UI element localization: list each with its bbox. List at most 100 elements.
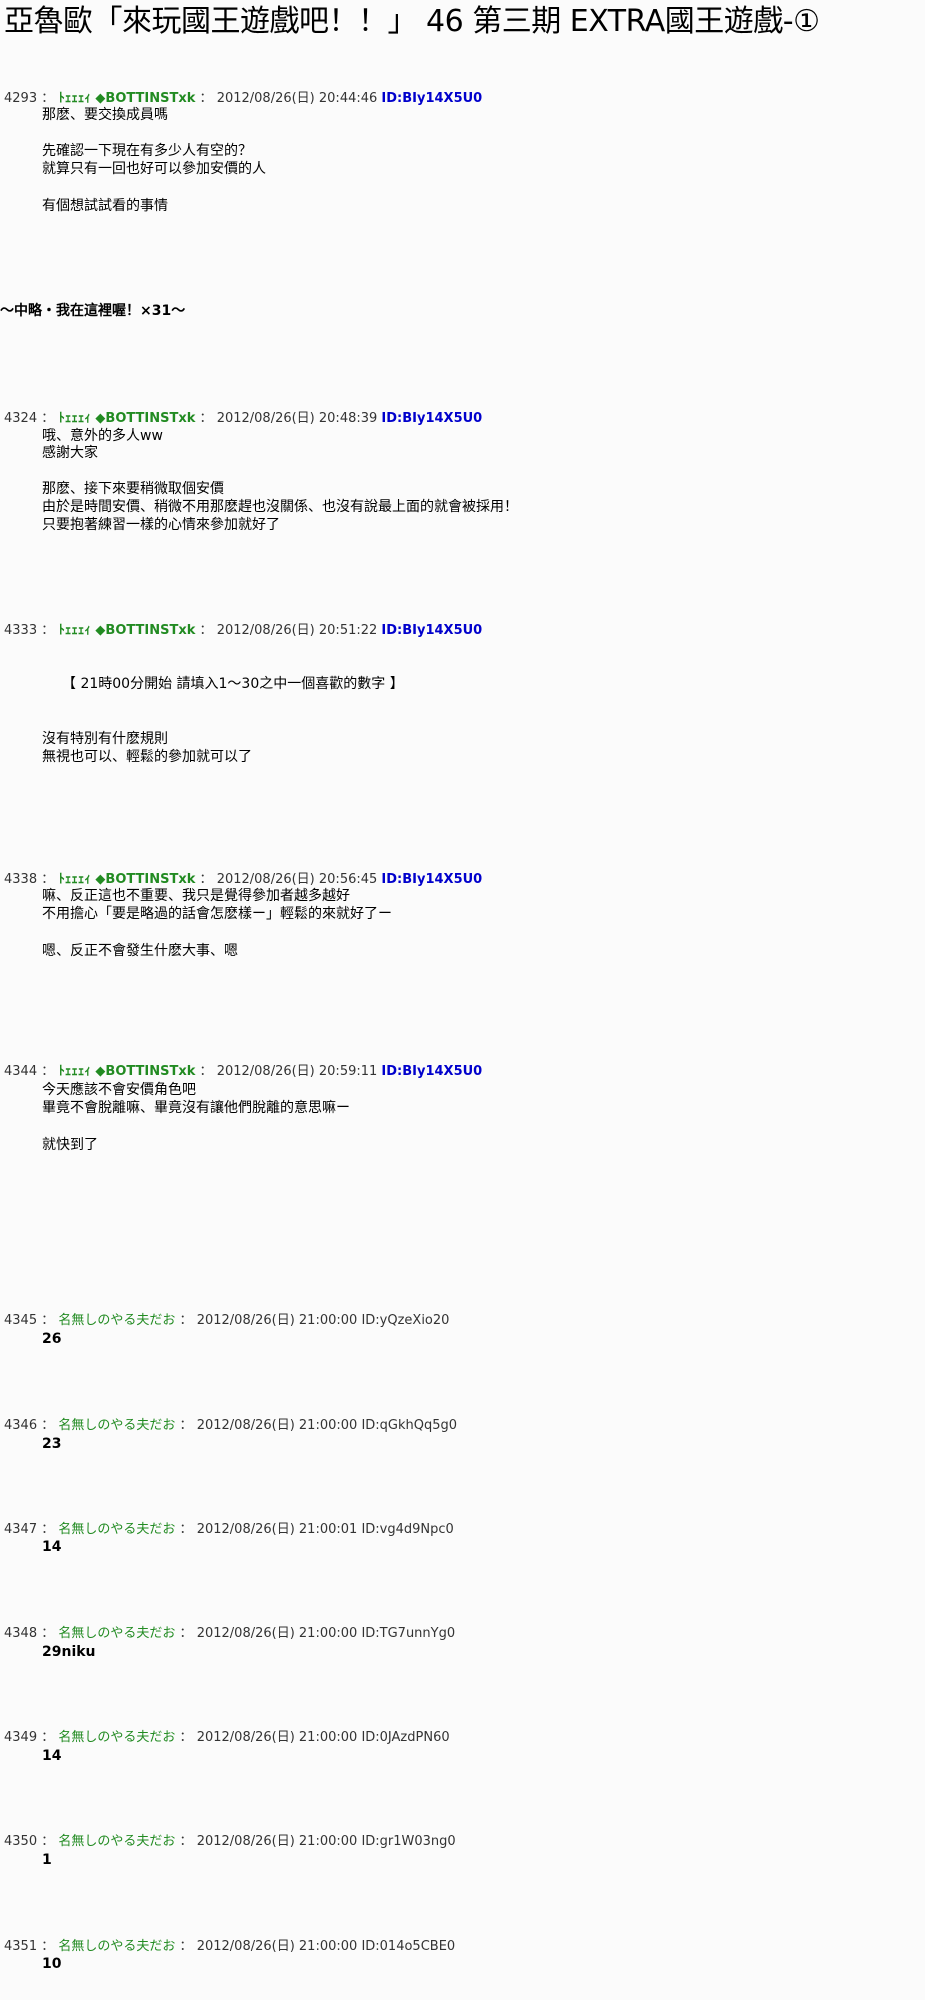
poster-name: 名無しのやる夫だお <box>58 1834 176 1849</box>
post-datetime: 2012/08/26(日) 20:56:45 <box>216 872 378 887</box>
post-body-line: 今天應該不會安價角色吧 <box>42 1082 196 1098</box>
separator: ： <box>179 1313 193 1328</box>
poster-id: ID:gr1W03ng0 <box>361 1834 456 1849</box>
post-body-line: 就算只有一回也好可以參加安價的人 <box>42 161 266 177</box>
post-number: 4324 <box>4 411 38 426</box>
separator: ： <box>199 411 213 426</box>
separator: ： <box>179 1626 193 1641</box>
post-datetime: 2012/08/26(日) 21:00:01 <box>196 1522 358 1537</box>
separator: ： <box>41 1313 55 1328</box>
post-body-line: 14 <box>42 1539 62 1555</box>
poster-name: ﾄｪｪｪｨ ◆BOTTINSTxk <box>58 411 196 426</box>
post-datetime: 2012/08/26(日) 21:00:00 <box>196 1418 358 1433</box>
post-body-line: 1 <box>42 1852 52 1868</box>
post-number: 4348 <box>4 1626 38 1641</box>
post-header: 4345 ： 名無しのやる夫だお ： 2012/08/26(日) 21:00:0… <box>4 1313 449 1329</box>
post-number: 4349 <box>4 1730 38 1745</box>
poster-name: 名無しのやる夫だお <box>58 1939 176 1954</box>
post-body-line: 【 21時00分開始 請填入1～30之中一個喜歡的數字 】 <box>62 676 404 692</box>
post-header: 4349 ： 名無しのやる夫だお ： 2012/08/26(日) 21:00:0… <box>4 1730 450 1746</box>
separator: ： <box>41 411 55 426</box>
poster-id: ID:BIy14X5U0 <box>381 411 483 426</box>
post-body-line: 無視也可以、輕鬆的參加就可以了 <box>42 749 252 765</box>
post-body-line: 沒有特別有什麽規則 <box>42 731 168 747</box>
poster-id: ID:TG7unnYg0 <box>361 1626 456 1641</box>
post-datetime: 2012/08/26(日) 21:00:00 <box>196 1730 358 1745</box>
post-body-line: 10 <box>42 1956 62 1972</box>
post-header: 4293 ： ﾄｪｪｪｨ ◆BOTTINSTxk ： 2012/08/26(日)… <box>4 91 482 107</box>
poster-id: ID:BIy14X5U0 <box>381 872 483 887</box>
post-header: 4350 ： 名無しのやる夫だお ： 2012/08/26(日) 21:00:0… <box>4 1834 456 1850</box>
post-number: 4338 <box>4 872 38 887</box>
poster-name: ﾄｪｪｪｨ ◆BOTTINSTxk <box>58 1064 196 1079</box>
separator: ： <box>41 872 55 887</box>
separator: ： <box>41 1834 55 1849</box>
post-number: 4346 <box>4 1418 38 1433</box>
separator: ： <box>179 1939 193 1954</box>
poster-id: ID:BIy14X5U0 <box>381 623 483 638</box>
poster-name: 名無しのやる夫だお <box>58 1418 176 1433</box>
post-body-line: 26 <box>42 1331 62 1347</box>
separator: ： <box>41 1522 55 1537</box>
separator: ： <box>41 623 55 638</box>
post-body-line: 感謝大家 <box>42 445 98 461</box>
post-body-line: 14 <box>42 1748 62 1764</box>
post-datetime: 2012/08/26(日) 20:44:46 <box>216 91 378 106</box>
separator: ： <box>199 872 213 887</box>
poster-name: 名無しのやる夫だお <box>58 1626 176 1641</box>
separator: ： <box>179 1730 193 1745</box>
post-number: 4344 <box>4 1064 38 1079</box>
poster-name: ﾄｪｪｪｨ ◆BOTTINSTxk <box>58 623 196 638</box>
post-body-line: 嘛、反正這也不重要、我只是覺得參加者越多越好 <box>42 888 350 904</box>
post-body-line: 就快到了 <box>42 1137 98 1153</box>
post-body-line: 先確認一下現在有多少人有空的？ <box>42 143 252 159</box>
separator: ： <box>199 623 213 638</box>
post-number: 4347 <box>4 1522 38 1537</box>
post-header: 4344 ： ﾄｪｪｪｨ ◆BOTTINSTxk ： 2012/08/26(日)… <box>4 1064 482 1080</box>
poster-id: ID:BIy14X5U0 <box>381 91 483 106</box>
post-header: 4348 ： 名無しのやる夫だお ： 2012/08/26(日) 21:00:0… <box>4 1626 455 1642</box>
omission-note: ～中略・我在這裡喔！×31～ <box>0 303 186 319</box>
post-body-line: 有個想試試看的事情 <box>42 198 168 214</box>
poster-id: ID:qGkhQq5g0 <box>361 1418 458 1433</box>
separator: ： <box>41 1064 55 1079</box>
post-datetime: 2012/08/26(日) 21:00:00 <box>196 1939 358 1954</box>
poster-id: ID:yQzeXio20 <box>361 1313 450 1328</box>
post-datetime: 2012/08/26(日) 21:00:00 <box>196 1313 358 1328</box>
post-number: 4293 <box>4 91 38 106</box>
separator: ： <box>41 1730 55 1745</box>
post-datetime: 2012/08/26(日) 21:00:00 <box>196 1626 358 1641</box>
post-datetime: 2012/08/26(日) 21:00:00 <box>196 1834 358 1849</box>
post-body-line: 23 <box>42 1436 62 1452</box>
poster-id: ID:0JAzdPN60 <box>361 1730 450 1745</box>
post-body-line: 不用擔心「要是略過的話會怎麽樣ー」輕鬆的來就好了ー <box>42 906 392 922</box>
post-number: 4345 <box>4 1313 38 1328</box>
poster-id: ID:014o5CBE0 <box>361 1939 456 1954</box>
poster-name: ﾄｪｪｪｨ ◆BOTTINSTxk <box>58 872 196 887</box>
poster-name: ﾄｪｪｪｨ ◆BOTTINSTxk <box>58 91 196 106</box>
poster-id: ID:BIy14X5U0 <box>381 1064 483 1079</box>
post-header: 4347 ： 名無しのやる夫だお ： 2012/08/26(日) 21:00:0… <box>4 1522 454 1538</box>
post-datetime: 2012/08/26(日) 20:48:39 <box>216 411 378 426</box>
post-header: 4324 ： ﾄｪｪｪｨ ◆BOTTINSTxk ： 2012/08/26(日)… <box>4 411 482 427</box>
separator: ： <box>179 1418 193 1433</box>
post-header: 4351 ： 名無しのやる夫だお ： 2012/08/26(日) 21:00:0… <box>4 1939 455 1955</box>
separator: ： <box>41 1418 55 1433</box>
post-datetime: 2012/08/26(日) 20:51:22 <box>216 623 378 638</box>
post-body-line: 嗯、反正不會發生什麽大事、嗯 <box>42 943 238 959</box>
post-body-line: 畢竟不會脫離嘛、畢竟沒有讓他們脫離的意思嘛ー <box>42 1100 350 1116</box>
post-header: 4338 ： ﾄｪｪｪｨ ◆BOTTINSTxk ： 2012/08/26(日)… <box>4 872 482 888</box>
page-title: 亞魯歐「來玩國王遊戲吧！！」 46 第三期 EXTRA國王遊戲-① <box>4 4 820 39</box>
separator: ： <box>199 91 213 106</box>
post-number: 4333 <box>4 623 38 638</box>
poster-name: 名無しのやる夫だお <box>58 1522 176 1537</box>
post-body-line: 哦、意外的多人ww <box>42 428 163 444</box>
separator: ： <box>179 1834 193 1849</box>
post-number: 4350 <box>4 1834 38 1849</box>
post-body-line: 29niku <box>42 1644 96 1660</box>
post-datetime: 2012/08/26(日) 20:59:11 <box>216 1064 378 1079</box>
post-header: 4333 ： ﾄｪｪｪｨ ◆BOTTINSTxk ： 2012/08/26(日)… <box>4 623 482 639</box>
poster-id: ID:vg4d9Npc0 <box>361 1522 454 1537</box>
separator: ： <box>41 1939 55 1954</box>
post-body-line: 由於是時間安價、稍微不用那麽趕也沒關係、也沒有說最上面的就會被採用！ <box>42 499 518 515</box>
